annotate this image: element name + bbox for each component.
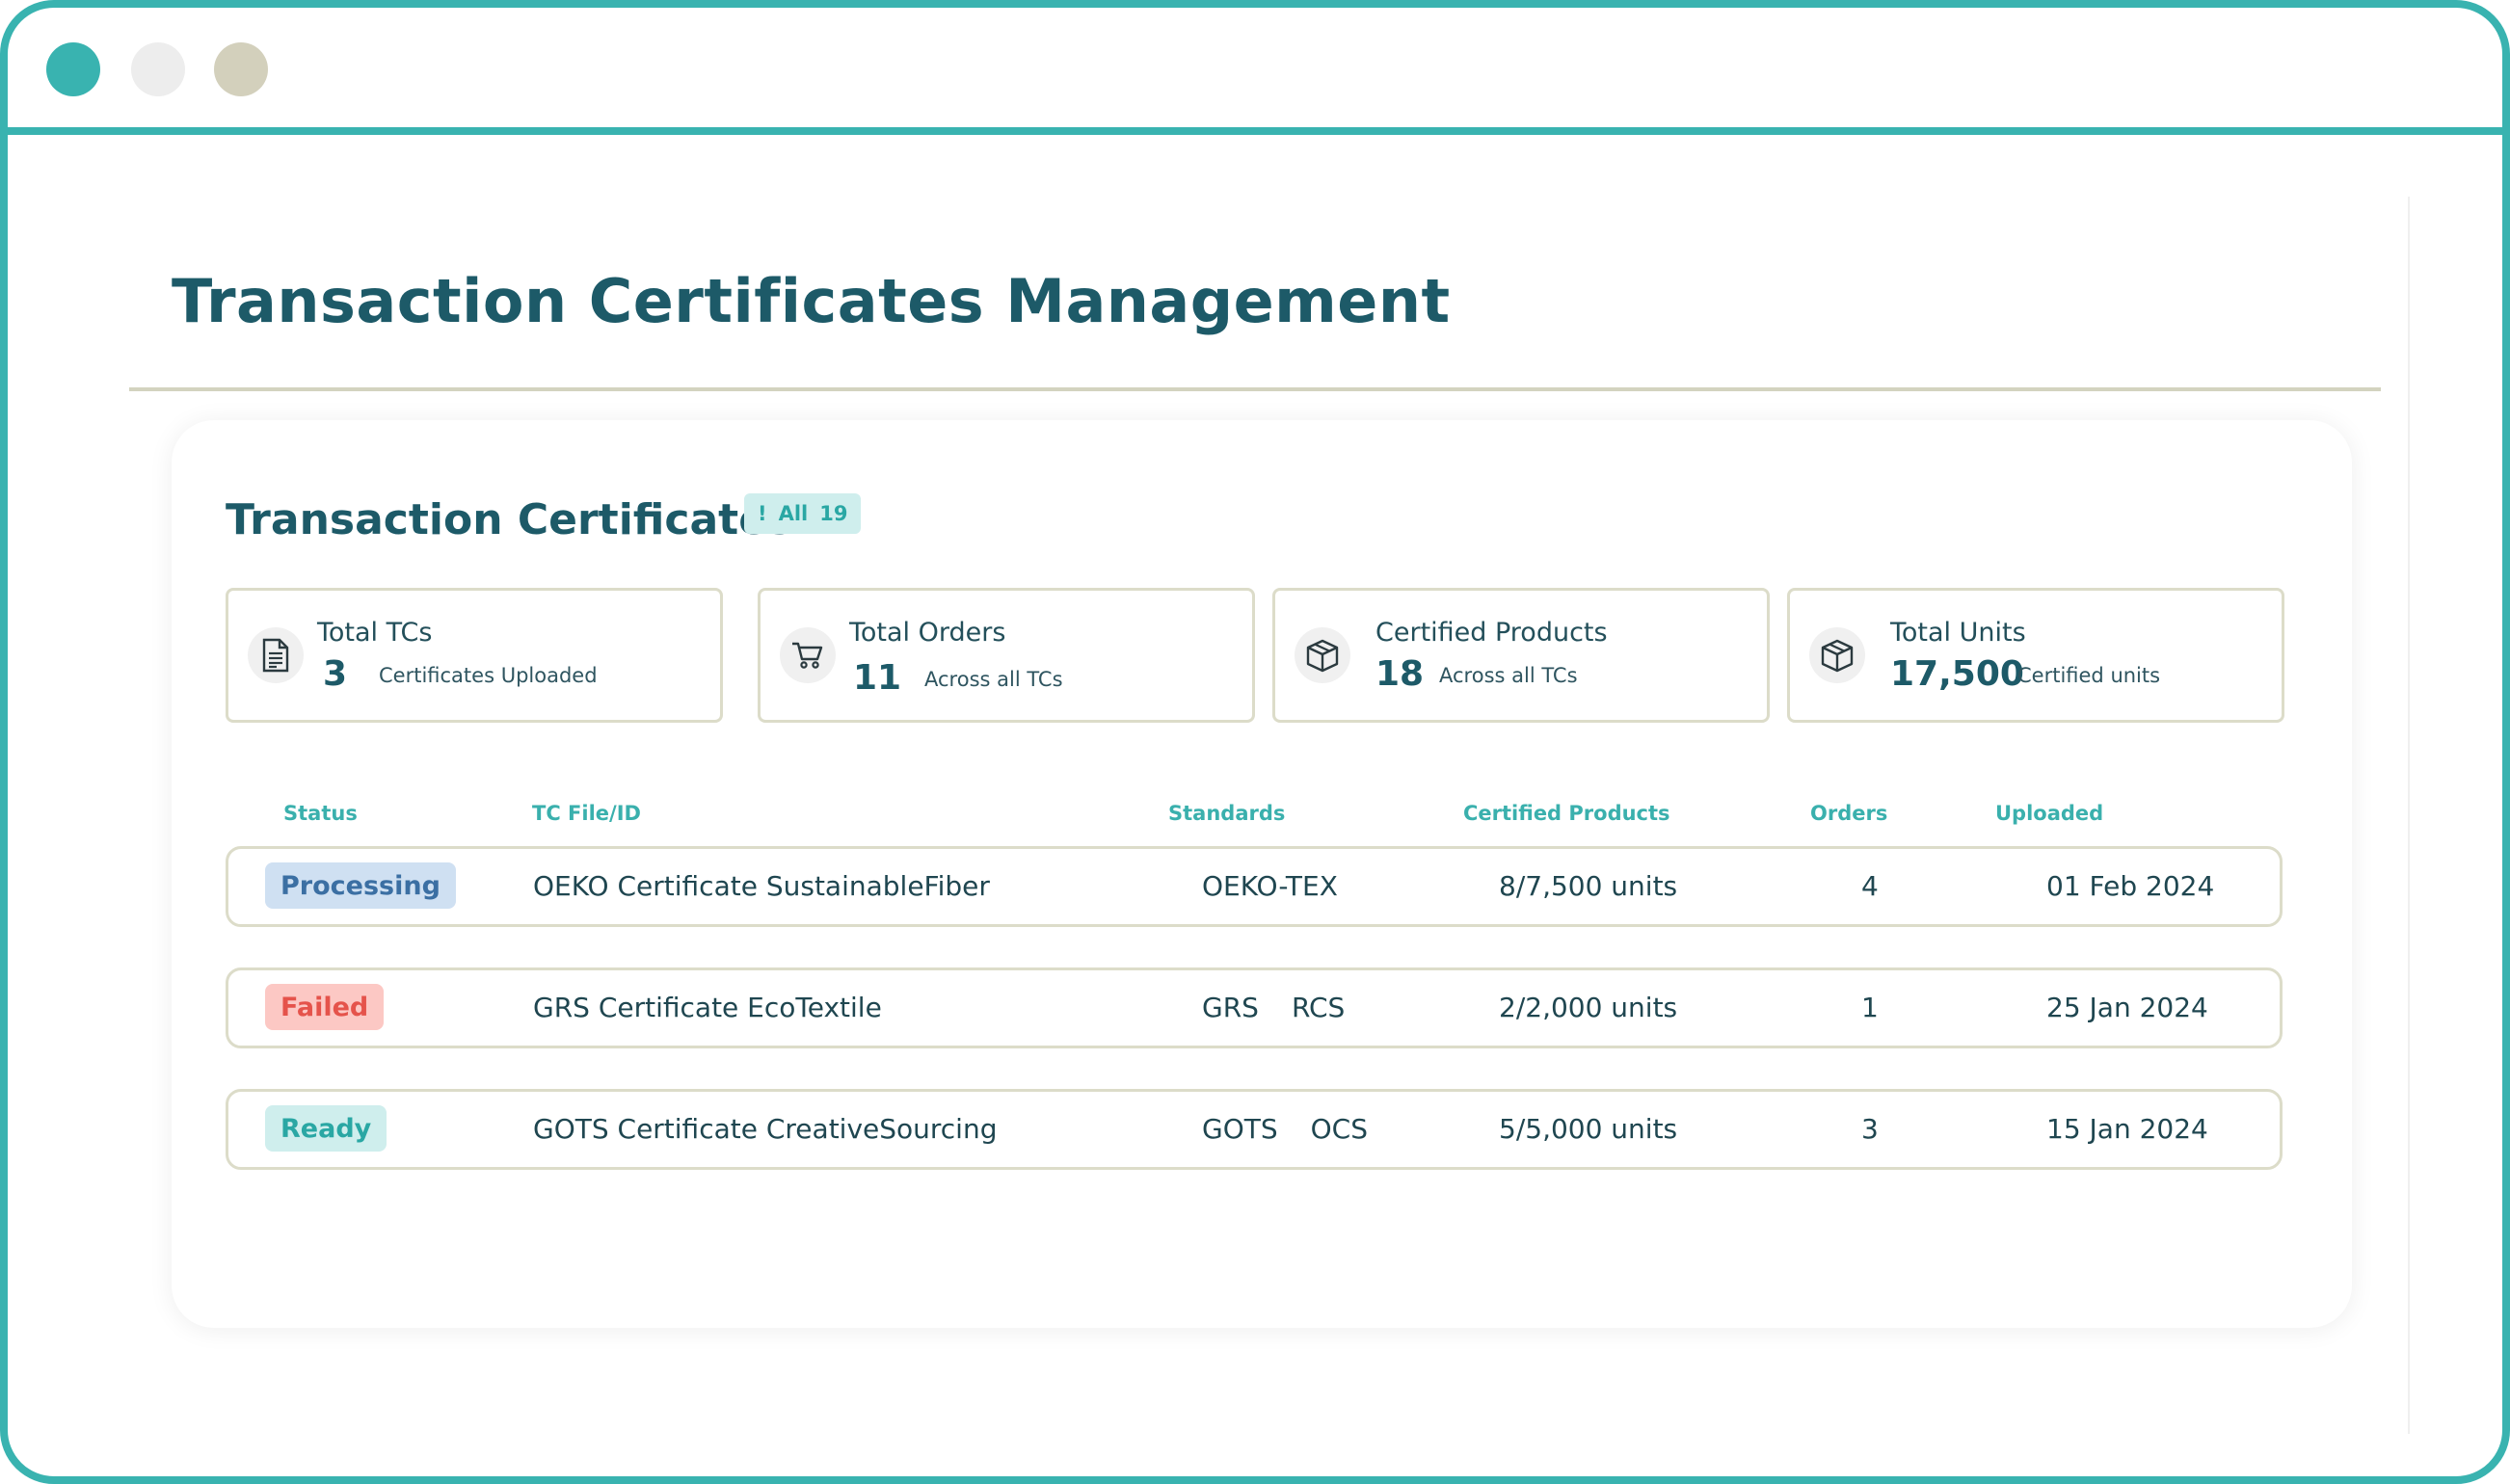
standards-cell: GOTS OCS <box>1202 1113 1401 1145</box>
stat-card-total-orders: Total Orders 11 Across all TCs <box>758 588 1255 723</box>
alert-icon: ! <box>758 502 767 525</box>
standard-tag: GRS <box>1202 992 1259 1023</box>
stat-sub: Across all TCs <box>1439 664 1578 687</box>
status-badge: Failed <box>265 984 385 1030</box>
stat-value: 17,500 <box>1890 654 2024 694</box>
status-badge: Ready <box>265 1105 387 1152</box>
stat-label: Total Units <box>1890 618 2026 648</box>
standard-tag: GOTS <box>1202 1113 1278 1145</box>
table-row[interactable]: Processing OEKO Certificate SustainableF… <box>226 846 2283 927</box>
certified-products-cell: 8/7,500 units <box>1499 870 1678 902</box>
uploaded-cell: 01 Feb 2024 <box>2046 870 2215 902</box>
title-divider <box>129 387 2381 391</box>
column-header-status[interactable]: Status <box>283 802 358 825</box>
cart-icon <box>780 627 836 683</box>
standard-tag: OEKO-TEX <box>1202 870 1338 902</box>
standards-cell: GRS RCS <box>1202 992 1377 1023</box>
column-header-uploaded[interactable]: Uploaded <box>1995 802 2103 825</box>
column-header-tc-file[interactable]: TC File/ID <box>532 802 641 825</box>
uploaded-cell: 25 Jan 2024 <box>2046 992 2208 1023</box>
certified-products-cell: 2/2,000 units <box>1499 992 1678 1023</box>
stat-value: 18 <box>1375 654 1425 694</box>
uploaded-cell: 15 Jan 2024 <box>2046 1113 2208 1145</box>
status-badge: Processing <box>265 862 456 909</box>
stat-label: Certified Products <box>1375 618 1608 648</box>
certified-products-cell: 5/5,000 units <box>1499 1113 1678 1145</box>
standards-cell: OEKO-TEX <box>1202 870 1371 902</box>
filter-label: All <box>778 502 809 525</box>
window-control-dot-teal[interactable] <box>46 42 100 96</box>
title-bar <box>8 8 2502 135</box>
stat-card-certified-products: Certified Products 18 Across all TCs <box>1272 588 1770 723</box>
standard-tag: RCS <box>1291 992 1346 1023</box>
orders-cell: 3 <box>1861 1113 1879 1145</box>
stat-card-total-units: Total Units 17,500 Certified units <box>1787 588 2284 723</box>
orders-cell: 4 <box>1861 870 1879 902</box>
column-header-orders[interactable]: Orders <box>1810 802 1887 825</box>
column-header-standards[interactable]: Standards <box>1168 802 1285 825</box>
column-header-certified-products[interactable]: Certified Products <box>1463 802 1670 825</box>
stat-sub: Certificates Uploaded <box>379 664 598 687</box>
table-row[interactable]: Failed GRS Certificate EcoTextile GRS RCS… <box>226 967 2283 1048</box>
box-icon <box>1295 627 1350 683</box>
stat-sub: Certified units <box>2017 664 2161 687</box>
filter-count: 19 <box>819 502 848 525</box>
tc-file-id[interactable]: GOTS Certificate CreativeSourcing <box>533 1113 997 1145</box>
window-control-dot-light[interactable] <box>131 42 185 96</box>
standard-tag: OCS <box>1310 1113 1368 1145</box>
stat-value: 11 <box>853 658 902 698</box>
scrollbar-track[interactable] <box>2408 197 2410 1434</box>
orders-cell: 1 <box>1861 992 1879 1023</box>
stat-card-total-tcs: Total TCs 3 Certificates Uploaded <box>226 588 723 723</box>
stat-label: Total Orders <box>849 618 1006 648</box>
box-icon <box>1809 627 1865 683</box>
document-icon <box>248 627 304 683</box>
stat-sub: Across all TCs <box>924 668 1063 691</box>
filter-all-badge[interactable]: ! All 19 <box>744 493 862 534</box>
window-control-dot-beige[interactable] <box>214 42 268 96</box>
stat-value: 3 <box>323 654 348 694</box>
tc-file-id[interactable]: GRS Certificate EcoTextile <box>533 992 882 1023</box>
table-row[interactable]: Ready GOTS Certificate CreativeSourcing … <box>226 1089 2283 1170</box>
browser-window: Transaction Certificates Management Tran… <box>0 0 2510 1484</box>
certificates-panel: Transaction Certificates ! All 19 Total … <box>172 420 2352 1328</box>
panel-title: Transaction Certificates <box>226 495 793 544</box>
page-title: Transaction Certificates Management <box>172 266 1451 336</box>
tc-file-id[interactable]: OEKO Certificate SustainableFiber <box>533 870 990 902</box>
stat-label: Total TCs <box>317 618 433 648</box>
